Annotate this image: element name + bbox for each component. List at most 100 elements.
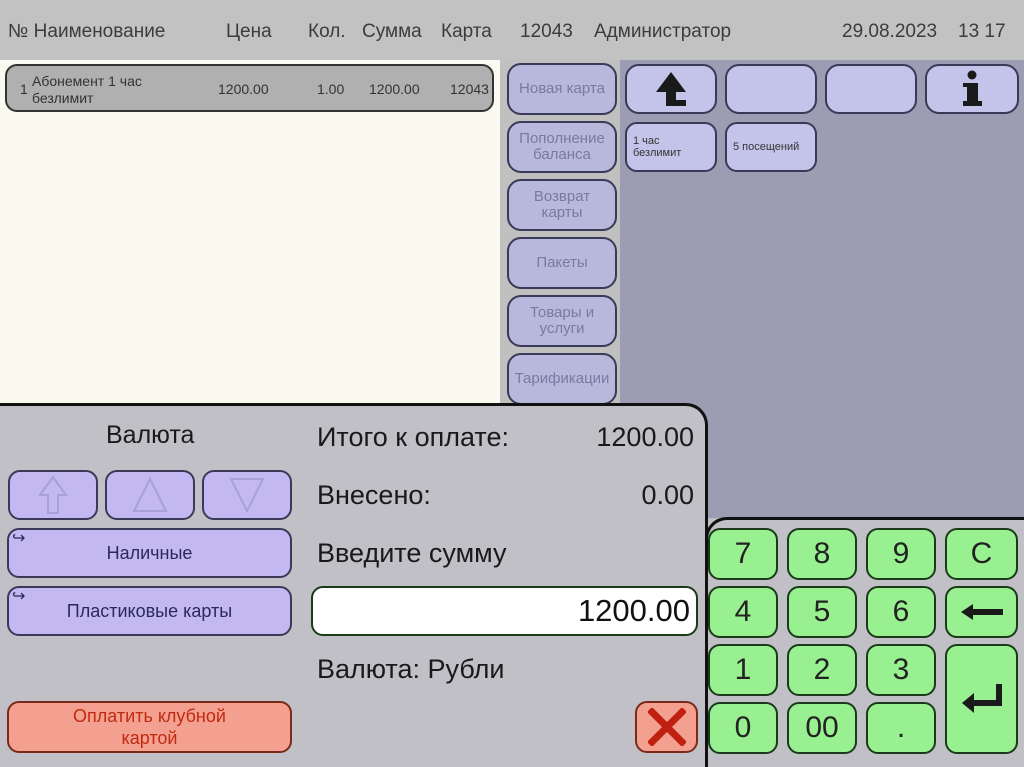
header-col-name: № Наименование <box>8 21 166 42</box>
info-icon <box>963 70 982 106</box>
paid-value: 0.00 <box>641 480 694 510</box>
selection-arrow-icon: ↪ <box>12 588 26 605</box>
numpad-key-label: 4 <box>734 595 752 628</box>
numpad-key-label: 7 <box>734 537 752 570</box>
header-bar: № Наименование Цена Кол. Сумма Карта 120… <box>0 0 1024 60</box>
backspace-arrow-icon <box>960 604 1003 620</box>
currency-status: Валюта: Рубли <box>317 654 505 684</box>
cash-payment-label: Наличные <box>106 542 193 563</box>
numpad-key-2[interactable]: 2 <box>787 644 857 696</box>
numpad-key-9[interactable]: 9 <box>866 528 936 580</box>
numpad-key-label: 2 <box>813 653 831 686</box>
goods-label-2: услуги <box>539 320 585 337</box>
numpad-backspace-button[interactable] <box>945 586 1018 638</box>
selection-arrow-icon: ↪ <box>12 530 26 547</box>
header-col-sum: Сумма <box>362 21 422 42</box>
numpad-key-7[interactable]: 7 <box>708 528 778 580</box>
numpad-key-5[interactable]: 5 <box>787 586 857 638</box>
numpad-key-4[interactable]: 4 <box>708 586 778 638</box>
header-col-card: Карта <box>441 21 492 42</box>
paid-label: Внесено: <box>317 480 431 510</box>
numpad-key-label: . <box>896 711 906 744</box>
amount-input-value: 1200.00 <box>577 593 690 628</box>
receipt-row[interactable]: 1 Абонемент 1 час безлимит 1200.00 1.00 … <box>5 64 494 112</box>
tariff-item-5-visits[interactable]: 5 посещений <box>725 122 817 172</box>
tariff-item-1-line2: безлимит <box>633 147 682 159</box>
numpad-key-label: 0 <box>734 711 752 744</box>
new-card-label: Новая карта <box>519 80 605 97</box>
numpad-key-label: 6 <box>892 595 910 628</box>
arrow-up-outline-icon <box>38 475 68 514</box>
scroll-up-button[interactable] <box>8 470 98 520</box>
goods-services-button[interactable]: Товары и услуги <box>507 295 617 347</box>
tariffication-button[interactable]: Тарификации <box>507 353 617 405</box>
cash-payment-button[interactable]: ↪ Наличные <box>7 528 292 578</box>
total-value: 1200.00 <box>596 422 694 452</box>
header-time: 13 17 <box>958 21 1006 42</box>
header-date: 29.08.2023 <box>842 21 938 42</box>
numpad-key-clear[interactable]: C <box>945 528 1018 580</box>
numpad-key-label: 5 <box>813 595 831 628</box>
tariffication-label: Тарификации <box>514 370 610 387</box>
receipt-row-sum: 1200.00 <box>369 81 420 97</box>
card-payment-label: Пластиковые карты <box>66 600 233 621</box>
numpad-enter-button[interactable] <box>945 644 1018 754</box>
tariff-item-2-line1: 5 посещений <box>733 141 800 153</box>
arrow-up-icon <box>656 72 686 106</box>
numpad-key-8[interactable]: 8 <box>787 528 857 580</box>
top-up-label-2: баланса <box>533 146 591 163</box>
club-card-label-1: Оплатить клубной <box>73 706 226 726</box>
header-operator: Администратор <box>594 21 732 42</box>
tariff-empty-button-1[interactable] <box>725 64 817 114</box>
packages-button[interactable]: Пакеты <box>507 237 617 289</box>
receipt-row-name-1: Абонемент 1 час <box>32 73 142 89</box>
cancel-button[interactable] <box>635 701 698 753</box>
info-button[interactable] <box>925 64 1019 114</box>
numpad-key-3[interactable]: 3 <box>866 644 936 696</box>
tariff-item-1-hour-unlimited[interactable]: 1 час безлимит <box>625 122 717 172</box>
tariff-empty-button-2[interactable] <box>825 64 917 114</box>
header-card-number: 12043 <box>520 21 573 42</box>
goods-label-1: Товары и <box>529 304 595 321</box>
receipt-row-qty: 1.00 <box>317 81 345 97</box>
numpad-key-6[interactable]: 6 <box>866 586 936 638</box>
receipt-row-name-2: безлимит <box>32 90 94 106</box>
numpad-key-label: 8 <box>813 537 831 570</box>
total-label: Итого к оплате: <box>317 422 509 452</box>
club-card-label-2: картой <box>121 728 178 748</box>
return-card-label-1: Возврат <box>533 188 591 205</box>
return-card-label-2: карты <box>541 204 583 221</box>
header-col-qty: Кол. <box>308 21 346 42</box>
enter-amount-label: Введите сумму <box>317 538 507 568</box>
prev-currency-button[interactable] <box>105 470 195 520</box>
receipt-row-card: 12043 <box>450 81 489 97</box>
packages-label: Пакеты <box>536 254 588 271</box>
numpad-key-00[interactable]: 00 <box>787 702 857 754</box>
triangle-up-icon <box>132 477 168 512</box>
tariff-item-1-line1: 1 час <box>633 135 660 147</box>
pay-club-card-button[interactable]: Оплатить клубной картой <box>7 701 292 753</box>
header-col-price: Цена <box>226 21 272 42</box>
return-card-button[interactable]: Возврат карты <box>507 179 617 231</box>
triangle-down-icon <box>229 478 265 513</box>
amount-input[interactable]: 1200.00 <box>311 586 698 636</box>
top-up-label-1: Пополнение <box>519 130 605 147</box>
new-card-button[interactable]: Новая карта <box>507 63 617 115</box>
numpad-key-label: 00 <box>805 711 839 744</box>
currency-title: Валюта <box>106 421 195 449</box>
close-icon <box>647 708 686 746</box>
numpad-key-dot[interactable]: . <box>866 702 936 754</box>
numpad-key-label: 1 <box>734 653 752 686</box>
numpad-key-label: C <box>970 537 993 570</box>
top-up-balance-button[interactable]: Пополнение баланса <box>507 121 617 173</box>
numpad-key-label: 3 <box>892 653 910 686</box>
receipt-row-no: 1 <box>20 81 28 97</box>
up-level-button[interactable] <box>625 64 717 114</box>
numpad-key-0[interactable]: 0 <box>708 702 778 754</box>
receipt-row-price: 1200.00 <box>218 81 269 97</box>
numpad-key-1[interactable]: 1 <box>708 644 778 696</box>
enter-icon <box>961 684 1002 713</box>
next-currency-button[interactable] <box>202 470 292 520</box>
numpad-key-label: 9 <box>892 537 910 570</box>
card-payment-button[interactable]: ↪ Пластиковые карты <box>7 586 292 636</box>
